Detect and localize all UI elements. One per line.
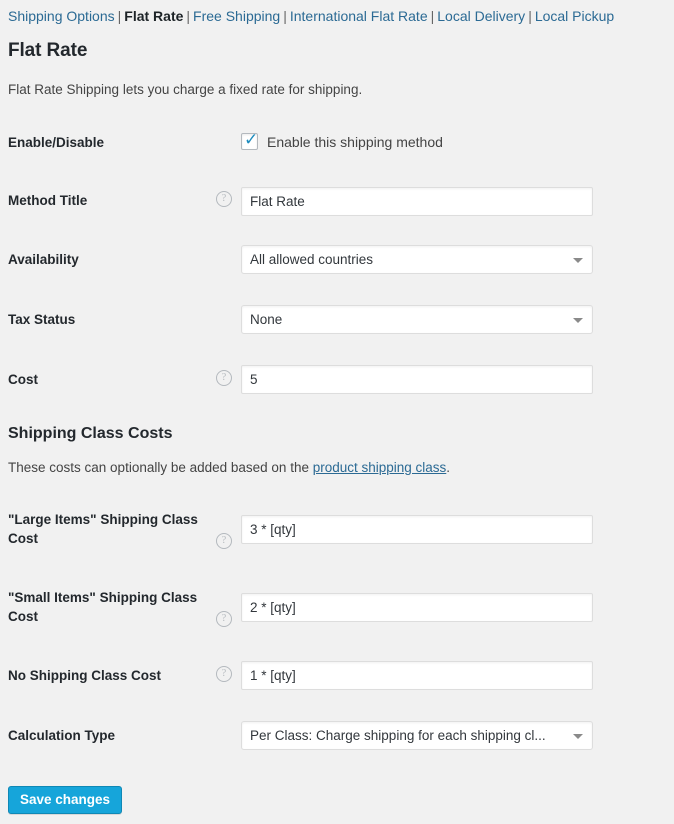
availability-select[interactable]: All allowed countries xyxy=(241,245,593,274)
page-title: Flat Rate xyxy=(8,40,88,61)
subnav-separator: | xyxy=(430,8,435,24)
subnav-current-flat-rate: Flat Rate xyxy=(124,8,184,24)
calculation-type-select[interactable]: Per Class: Charge shipping for each ship… xyxy=(241,721,593,750)
description-text-after: . xyxy=(446,460,451,475)
field-label-enable-disable: Enable/Disable xyxy=(8,135,105,150)
field-label-cost: Cost xyxy=(8,372,38,387)
product-shipping-class-link[interactable]: product shipping class xyxy=(313,460,447,475)
no-shipping-class-cost-input[interactable] xyxy=(241,661,593,690)
field-label-tax-status: Tax Status xyxy=(8,312,76,327)
subnav-separator: | xyxy=(186,8,191,24)
shipping-class-costs-title: Shipping Class Costs xyxy=(8,425,173,442)
field-label-large-items-cost: "Large Items" Shipping Class Cost xyxy=(8,512,198,546)
chevron-down-icon xyxy=(573,258,583,263)
help-icon[interactable]: ? xyxy=(216,666,232,682)
subnav-link-local-pickup[interactable]: Local Pickup xyxy=(535,8,614,24)
help-icon[interactable]: ? xyxy=(216,533,232,549)
cost-input[interactable] xyxy=(241,365,593,394)
field-label-method-title: Method Title xyxy=(8,193,88,208)
subnav-link-local-delivery[interactable]: Local Delivery xyxy=(437,8,525,24)
shipping-class-costs-description: These costs can optionally be added base… xyxy=(8,459,450,477)
description-text-before: These costs can optionally be added base… xyxy=(8,460,313,475)
subnav-separator: | xyxy=(528,8,532,24)
calculation-type-selected-value: Per Class: Charge shipping for each ship… xyxy=(250,728,546,743)
help-icon[interactable]: ? xyxy=(216,611,232,627)
chevron-down-icon xyxy=(573,734,583,739)
save-changes-button[interactable]: Save changes xyxy=(8,786,123,814)
help-icon[interactable]: ? xyxy=(216,191,232,207)
tax-status-select[interactable]: None xyxy=(241,305,593,334)
field-label-calculation-type: Calculation Type xyxy=(8,728,116,743)
large-items-cost-input[interactable] xyxy=(241,515,593,544)
small-items-cost-input[interactable] xyxy=(241,593,593,622)
shipping-methods-subnav: Shipping Options | Flat Rate | Free Shipping… xyxy=(8,7,614,25)
field-label-small-items-cost: "Small Items" Shipping Class Cost xyxy=(8,590,198,624)
checkmark-icon: ✓ xyxy=(244,130,259,150)
help-icon[interactable]: ? xyxy=(216,370,232,386)
tax-status-selected-value: None xyxy=(250,312,283,327)
method-title-input[interactable] xyxy=(241,187,593,216)
subnav-link-shipping-options[interactable]: Shipping Options xyxy=(8,8,115,24)
subnav-link-free-shipping[interactable]: Free Shipping xyxy=(193,8,280,24)
enable-shipping-method-label[interactable]: Enable this shipping method xyxy=(267,133,443,151)
chevron-down-icon xyxy=(573,318,583,323)
subnav-separator: | xyxy=(117,8,122,24)
page-description: Flat Rate Shipping lets you charge a fix… xyxy=(8,82,363,97)
settings-page: Shipping Options | Flat Rate | Free Shipping… xyxy=(0,0,674,824)
enable-shipping-method-checkbox[interactable]: ✓ xyxy=(241,130,259,150)
subnav-link-international-flat-rate[interactable]: International Flat Rate xyxy=(290,8,428,24)
availability-selected-value: All allowed countries xyxy=(250,252,374,267)
field-label-no-shipping-class-cost: No Shipping Class Cost xyxy=(8,668,162,683)
field-label-availability: Availability xyxy=(8,252,79,267)
subnav-separator: | xyxy=(283,8,287,24)
